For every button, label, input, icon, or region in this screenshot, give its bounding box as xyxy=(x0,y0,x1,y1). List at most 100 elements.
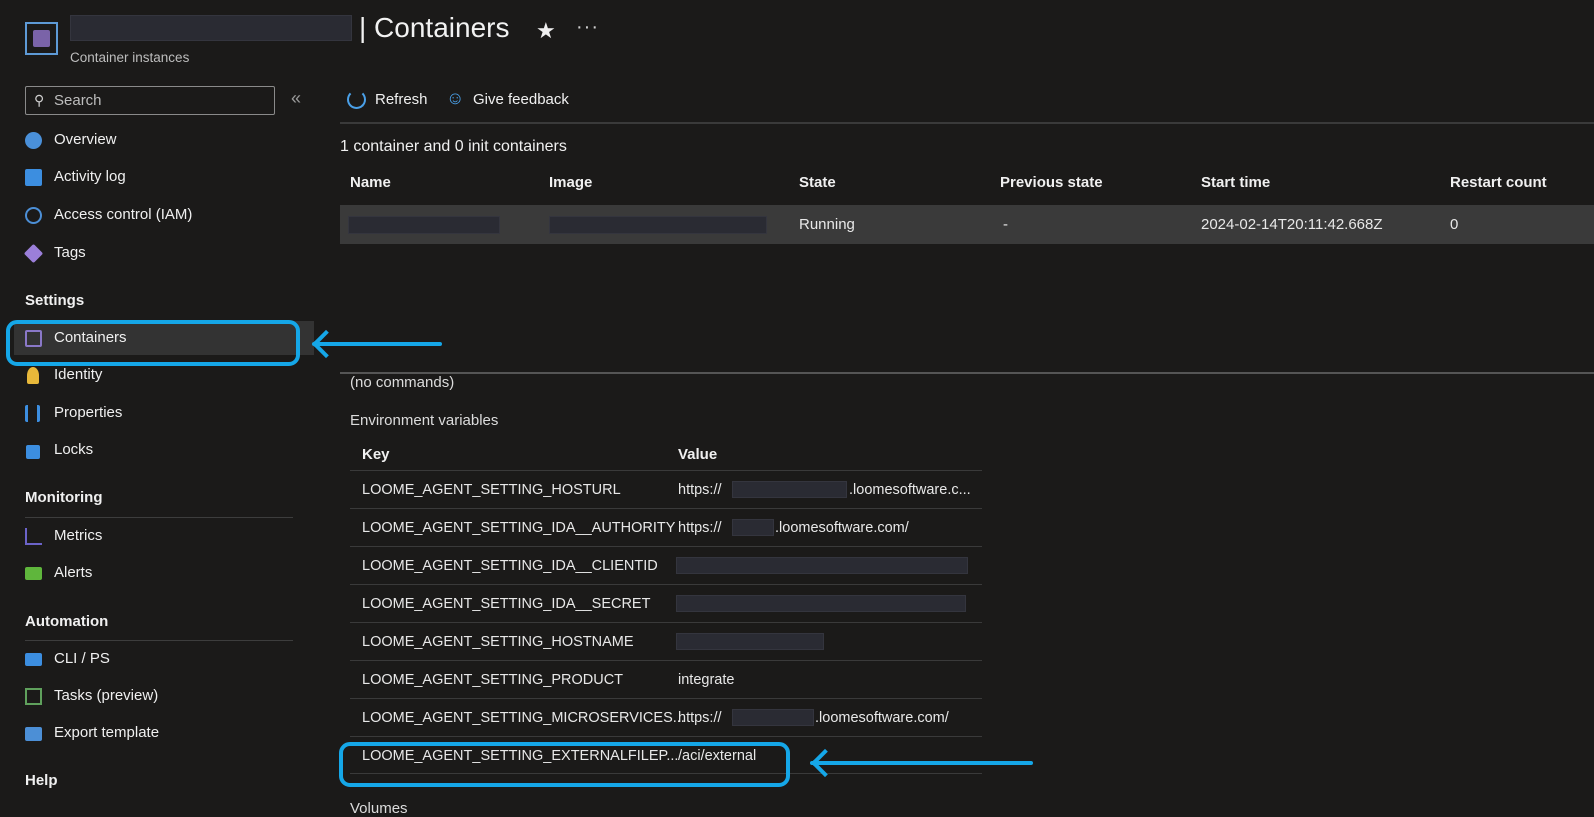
env-value-redacted xyxy=(676,633,824,650)
env-key: LOOME_AGENT_SETTING_IDA__AUTHORITY xyxy=(362,520,676,536)
container-instances-logo xyxy=(25,22,58,55)
table-row[interactable]: Running - 2024-02-14T20:11:42.668Z 0 xyxy=(340,205,1594,244)
section-divider xyxy=(25,517,293,518)
env-value-redacted xyxy=(732,709,814,726)
env-column-key: Key xyxy=(362,446,390,463)
env-key: LOOME_AGENT_SETTING_IDA__SECRET xyxy=(362,596,651,612)
sidebar-item-metrics[interactable]: Metrics xyxy=(14,519,314,553)
env-column-value: Value xyxy=(678,446,718,463)
people-icon xyxy=(25,207,42,224)
star-icon[interactable]: ★ xyxy=(536,18,556,44)
sidebar-item-tags[interactable]: Tags xyxy=(14,236,314,270)
container-restart-count: 0 xyxy=(1450,216,1459,233)
alerts-icon xyxy=(25,567,42,580)
sidebar-item-label: Alerts xyxy=(54,564,93,581)
env-row[interactable]: LOOME_AGENT_SETTING_IDA__CLIENTID xyxy=(350,546,982,584)
resource-name-redacted xyxy=(70,15,352,41)
sidebar-item-alerts[interactable]: Alerts xyxy=(14,556,314,590)
header: | Containers ★ ··· Container instances xyxy=(0,0,1594,75)
sidebar-item-overview[interactable]: Overview xyxy=(14,123,314,157)
sidebar-item-cli-ps[interactable]: CLI / PS xyxy=(14,642,314,676)
annotation-arrow-line xyxy=(810,761,1033,765)
feedback-icon: ☺ xyxy=(446,88,465,108)
toolbar-divider xyxy=(340,122,1594,124)
env-var-highlight-annotation xyxy=(339,742,790,787)
search-input[interactable] xyxy=(54,90,264,110)
env-value-redacted xyxy=(732,481,847,498)
env-value-redacted xyxy=(676,557,968,574)
env-key: LOOME_AGENT_SETTING_PRODUCT xyxy=(362,672,624,688)
env-value-suffix: .loomesoftware.com/ xyxy=(815,710,949,726)
container-name-redacted xyxy=(348,216,500,234)
column-header-name[interactable]: Name xyxy=(350,174,391,191)
env-value-suffix: .loomesoftware.com/ xyxy=(775,520,909,536)
env-key: LOOME_AGENT_SETTING_HOSTNAME xyxy=(362,634,634,650)
env-row[interactable]: LOOME_AGENT_SETTING_MICROSERVICES... htt… xyxy=(350,698,982,736)
sidebar-item-tasks[interactable]: Tasks (preview) xyxy=(14,679,314,713)
env-value: https:// xyxy=(678,710,722,726)
env-key: LOOME_AGENT_SETTING_IDA__CLIENTID xyxy=(362,558,658,574)
env-row[interactable]: LOOME_AGENT_SETTING_IDA__AUTHORITY https… xyxy=(350,508,982,546)
env-row[interactable]: LOOME_AGENT_SETTING_IDA__SECRET xyxy=(350,584,982,622)
env-row[interactable]: LOOME_AGENT_SETTING_HOSTNAME xyxy=(350,622,982,660)
sidebar-item-label: Activity log xyxy=(54,168,126,185)
env-row[interactable]: LOOME_AGENT_SETTING_PRODUCT integrate xyxy=(350,660,982,698)
search-icon: ⚲ xyxy=(34,92,45,108)
volumes-heading: Volumes xyxy=(350,800,408,817)
environment-variables-heading: Environment variables xyxy=(350,412,499,429)
double-chevron-left-icon[interactable]: « xyxy=(291,88,301,109)
page-title: | Containers xyxy=(359,12,510,43)
overview-icon xyxy=(25,132,42,149)
section-monitoring: Monitoring xyxy=(25,489,103,506)
sidebar-item-label: Identity xyxy=(54,366,103,383)
annotation-arrow-head xyxy=(311,329,341,359)
column-header-image[interactable]: Image xyxy=(549,174,592,191)
key-icon xyxy=(27,367,39,384)
section-divider xyxy=(25,640,293,641)
env-value-redacted xyxy=(676,595,966,612)
env-value: https:// xyxy=(678,482,722,498)
container-start-time: 2024-02-14T20:11:42.668Z xyxy=(1201,216,1383,233)
sidebar-item-label: Tags xyxy=(54,244,86,261)
sidebar-item-label: Locks xyxy=(54,441,94,458)
containers-highlight-annotation xyxy=(6,320,300,366)
column-header-state[interactable]: State xyxy=(799,174,836,191)
container-previous-state: - xyxy=(1003,216,1008,233)
containers-summary: 1 container and 0 init containers xyxy=(340,138,567,155)
sidebar-item-locks[interactable]: Locks xyxy=(14,433,314,467)
sidebar-item-label: Tasks (preview) xyxy=(54,687,159,704)
sidebar-item-label: Overview xyxy=(54,131,117,148)
column-header-start-time[interactable]: Start time xyxy=(1201,174,1270,191)
env-row[interactable]: LOOME_AGENT_SETTING_HOSTURL https:// .lo… xyxy=(350,470,982,508)
refresh-icon xyxy=(347,90,366,109)
env-value: integrate xyxy=(678,672,735,688)
column-header-previous-state[interactable]: Previous state xyxy=(1000,174,1103,191)
terminal-icon xyxy=(25,653,42,666)
sidebar-item-label: Access control (IAM) xyxy=(54,206,193,223)
resource-type-label: Container instances xyxy=(70,50,190,65)
sidebar-item-activity-log[interactable]: Activity log xyxy=(14,160,314,194)
details-divider xyxy=(340,372,1594,374)
sidebar-item-export-template[interactable]: Export template xyxy=(14,716,314,750)
ellipsis-icon[interactable]: ··· xyxy=(576,16,599,39)
search-box[interactable]: ⚲ xyxy=(25,86,275,115)
properties-icon xyxy=(25,405,40,422)
column-header-restart-count[interactable]: Restart count xyxy=(1450,174,1547,191)
refresh-label: Refresh xyxy=(375,91,428,108)
sidebar-item-label: CLI / PS xyxy=(54,650,110,667)
sidebar-item-properties[interactable]: Properties xyxy=(14,396,314,430)
container-state: Running xyxy=(799,216,855,233)
sidebar-item-label: Metrics xyxy=(54,527,103,544)
sidebar-item-label: Properties xyxy=(54,404,123,421)
section-settings: Settings xyxy=(25,292,85,309)
section-help: Help xyxy=(25,772,58,789)
tag-icon xyxy=(23,243,44,264)
container-image-redacted xyxy=(549,216,767,234)
lock-icon xyxy=(26,445,40,459)
commands-text: (no commands) xyxy=(350,374,455,391)
env-key: LOOME_AGENT_SETTING_HOSTURL xyxy=(362,482,621,498)
sidebar-item-access-control[interactable]: Access control (IAM) xyxy=(14,198,314,232)
metrics-icon xyxy=(25,528,42,545)
section-automation: Automation xyxy=(25,613,109,630)
export-icon xyxy=(25,727,42,741)
